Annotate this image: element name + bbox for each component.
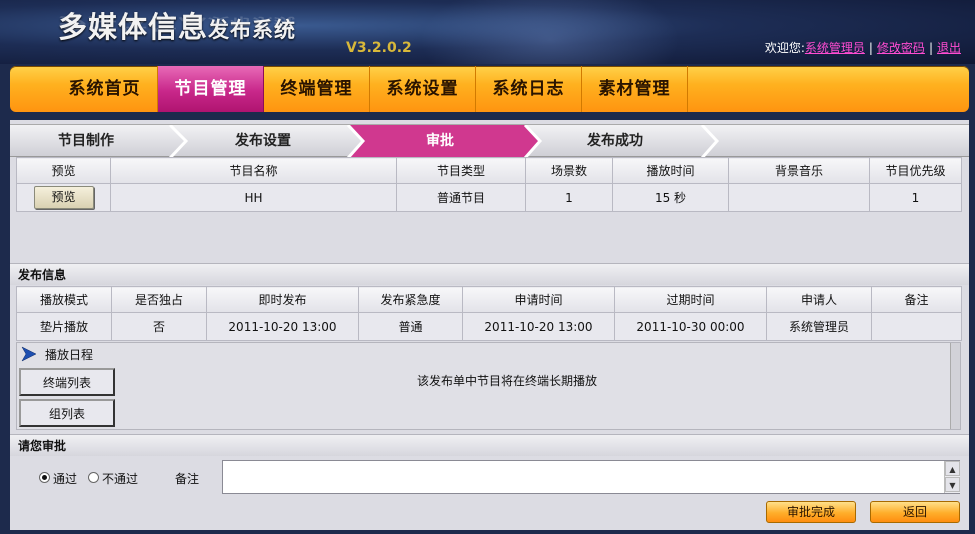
header-glow (420, 0, 680, 64)
column-header: 播放时间 (612, 157, 729, 184)
app-title-reflection-sub: 发布系统 (208, 15, 297, 29)
nav-item-system-log[interactable]: 系统日志 (476, 66, 582, 112)
table-cell: 2011-10-20 13:00 (206, 312, 359, 341)
table-cell: 垫片播放 (16, 312, 112, 341)
separator: | (928, 41, 933, 55)
column-header: 预览 (16, 157, 111, 184)
column-header: 背景音乐 (728, 157, 870, 184)
step-divider (168, 125, 189, 158)
back-button[interactable]: 返回 (870, 501, 960, 523)
step-program-creation: 节目制作 (58, 133, 114, 149)
table-row: 预览 HH 普通节目 1 15 秒 1 (16, 183, 962, 212)
app-title-reflection-main: 多媒体信息 (58, 14, 209, 33)
table-cell: 2011-10-20 13:00 (462, 312, 615, 341)
column-header: 场景数 (525, 157, 613, 184)
reject-radio[interactable] (88, 472, 99, 483)
program-name-cell: HH (110, 183, 397, 212)
remark-scrollbar[interactable]: ▲ ▼ (944, 461, 960, 493)
program-table: 预览 节目名称 节目类型 场景数 播放时间 背景音乐 节目优先级 预览 HH 普… (16, 157, 962, 212)
table-header-row: 播放模式 是否独占 即时发布 发布紧急度 申请时间 过期时间 申请人 备注 (16, 286, 962, 313)
approve-label: 通过 (53, 472, 78, 486)
column-header: 申请人 (766, 286, 872, 313)
step-arrows (168, 125, 720, 158)
column-header: 申请时间 (462, 286, 615, 313)
table-cell: 2011-10-30 00:00 (614, 312, 767, 341)
table-cell (871, 312, 962, 341)
step-publish-settings: 发布设置 (235, 133, 291, 149)
tab-group-list[interactable]: 组列表 (19, 399, 115, 427)
approve-complete-button[interactable]: 审批完成 (766, 501, 856, 523)
separator: | (868, 41, 873, 55)
nav-item-program-management[interactable]: 节目管理 (158, 66, 264, 112)
column-header: 即时发布 (206, 286, 359, 313)
schedule-message: 该发布单中节目将在终端长期播放 (417, 374, 598, 388)
column-header: 是否独占 (111, 286, 207, 313)
tab-terminal-list[interactable]: 终端列表 (19, 368, 115, 396)
nav-item-terminal-management[interactable]: 终端管理 (264, 66, 370, 112)
schedule-title: 播放日程 (45, 348, 94, 362)
app-header: 多媒体信息发布系统 多媒体信息发布系统 V3.2.0.2 欢迎您:系统管理员 | 修… (0, 0, 975, 64)
table-cell: 否 (111, 312, 207, 341)
scene-count-cell: 1 (525, 183, 613, 212)
scroll-up-icon[interactable]: ▲ (945, 461, 960, 476)
approval-title: 请您审批 (10, 434, 969, 456)
column-header: 节目类型 (396, 157, 526, 184)
scroll-down-icon[interactable]: ▼ (945, 477, 960, 492)
table-cell: 普通 (358, 312, 463, 341)
nav-item-material-management[interactable]: 素材管理 (582, 66, 688, 112)
change-password-link[interactable]: 修改密码 (877, 41, 925, 55)
current-user-link[interactable]: 系统管理员 (805, 41, 865, 55)
approval-row: 通过 不通过 备注 ▲ ▼ (10, 458, 969, 496)
duration-cell: 15 秒 (612, 183, 729, 212)
column-header: 备注 (871, 286, 962, 313)
schedule-scrollbar[interactable] (950, 343, 960, 429)
remark-textarea[interactable] (222, 460, 960, 494)
nav-item-home[interactable]: 系统首页 (52, 66, 158, 112)
step-approval: 审批 (426, 133, 454, 149)
welcome-text: 欢迎您: (764, 41, 805, 55)
table-cell: 系统管理员 (766, 312, 872, 341)
user-bar: 欢迎您:系统管理员 | 修改密码 | 退出 (765, 39, 961, 56)
column-header: 节目名称 (110, 157, 397, 184)
publish-info-table: 播放模式 是否独占 即时发布 发布紧急度 申请时间 过期时间 申请人 备注 垫片… (16, 286, 962, 341)
music-cell (728, 183, 870, 212)
logout-link[interactable]: 退出 (937, 41, 961, 55)
nav-item-system-settings[interactable]: 系统设置 (370, 66, 476, 112)
main-nav: 系统首页 节目管理 终端管理 系统设置 系统日志 素材管理 (10, 66, 969, 112)
reject-label: 不通过 (102, 472, 139, 486)
approve-radio[interactable] (39, 472, 50, 483)
remark-label: 备注 (175, 472, 200, 486)
column-header: 过期时间 (614, 286, 767, 313)
app-title-reflection: 多媒体信息发布系统 (58, 13, 296, 36)
table-row: 垫片播放 否 2011-10-20 13:00 普通 2011-10-20 13… (16, 312, 962, 341)
priority-cell: 1 (869, 183, 962, 212)
schedule-panel: 播放日程 终端列表 组列表 该发布单中节目将在终端长期播放 (16, 342, 961, 430)
step-publish-success: 发布成功 (587, 133, 643, 149)
content-panel: 节目制作 发布设置 审批 发布成功 预览 节目名称 节目类型 场景数 播放时间 … (10, 120, 969, 530)
column-header: 节目优先级 (869, 157, 962, 184)
step-divider (700, 125, 720, 158)
table-header-row: 预览 节目名称 节目类型 场景数 播放时间 背景音乐 节目优先级 (16, 157, 962, 184)
publish-info-title: 发布信息 (10, 263, 969, 285)
column-header: 发布紧急度 (358, 286, 463, 313)
step-wizard: 节目制作 发布设置 审批 发布成功 (10, 124, 969, 158)
version-label: V3.2.0.2 (346, 40, 412, 56)
preview-button[interactable]: 预览 (33, 186, 94, 209)
preview-cell: 预览 (16, 183, 111, 212)
program-type-cell: 普通节目 (396, 183, 526, 212)
column-header: 播放模式 (16, 286, 112, 313)
